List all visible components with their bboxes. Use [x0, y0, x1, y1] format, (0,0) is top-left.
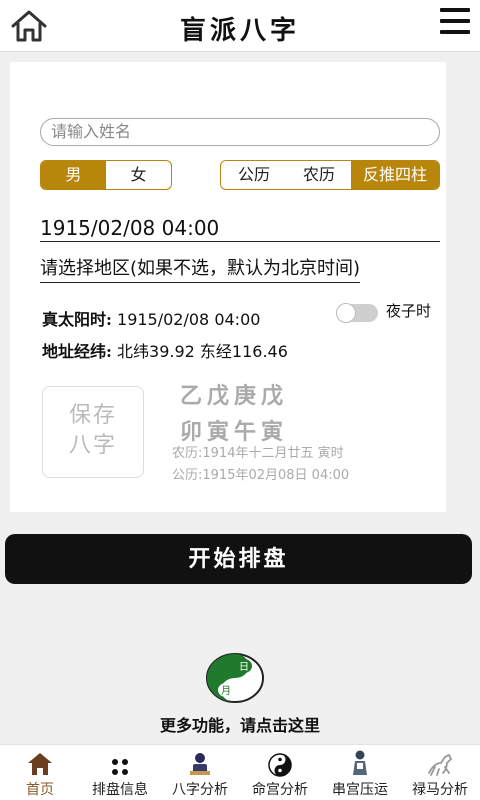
calendar-selector: 公历 农历 反推四柱: [220, 160, 440, 190]
scholar-icon: [190, 753, 210, 775]
menu-icon[interactable]: [440, 8, 470, 36]
bottom-tab-bar: 首页 排盘信息 八字分析 命宫分析 串宫压运 禄马分析: [0, 744, 480, 800]
tab-bazi-analysis-label: 八字分析: [172, 782, 228, 798]
figure-icon: [353, 750, 367, 775]
lunar-date: 农历:1914年十二月廿五 寅时: [172, 446, 344, 461]
tab-palace-luck[interactable]: 串宫压运: [320, 745, 400, 800]
datetime-field[interactable]: 1915/02/08 04:00: [40, 216, 440, 242]
heavenly-stems: 乙戊庚戊: [180, 384, 289, 409]
app-header: 盲派八字: [0, 0, 480, 52]
sun-moon-logo-icon[interactable]: 日 月: [204, 652, 266, 704]
solar-date: 公历:1915年02月08日 04:00: [172, 468, 350, 483]
logo-sun-text: 日: [239, 662, 249, 673]
yin-yang-icon: [268, 753, 292, 777]
tab-home[interactable]: 首页: [0, 745, 80, 800]
solar-time-value: 1915/02/08 04:00: [117, 310, 261, 329]
address-row: 地址经纬: 北纬39.92 东经116.46: [42, 338, 288, 362]
gender-selector: 男 女: [40, 160, 172, 190]
night-hour-toggle[interactable]: [336, 303, 378, 323]
solar-time-row: 真太阳时: 1915/02/08 04:00: [42, 306, 260, 330]
more-features-link[interactable]: 更多功能，请点击这里: [0, 712, 480, 736]
gender-female-option[interactable]: 女: [106, 161, 171, 189]
dots-icon: [112, 759, 128, 775]
region-selector[interactable]: 请选择地区(如果不选，默认为北京时间): [40, 258, 361, 283]
tab-chart-info-label: 排盘信息: [92, 782, 148, 798]
save-bazi-button[interactable]: 保存 八字: [42, 386, 144, 478]
tab-home-label: 首页: [26, 782, 54, 798]
start-chart-button[interactable]: 开始排盘: [5, 534, 472, 584]
address-value: 北纬39.92 东经116.46: [117, 342, 288, 361]
tab-bazi-analysis[interactable]: 八字分析: [160, 745, 240, 800]
calendar-solar-option[interactable]: 公历: [221, 161, 287, 189]
tab-luma-analysis-label: 禄马分析: [412, 782, 468, 798]
tab-chart-info[interactable]: 排盘信息: [80, 745, 160, 800]
name-input[interactable]: 请输入姓名: [40, 118, 440, 146]
page-title: 盲派八字: [179, 16, 300, 46]
gender-male-option[interactable]: 男: [41, 161, 106, 189]
input-card: 请输入姓名 男 女 公历 农历 反推四柱 1915/02/08 04:00 请选…: [10, 62, 446, 512]
tab-palace-luck-label: 串宫压运: [332, 782, 388, 798]
calendar-lunar-option[interactable]: 农历: [287, 161, 351, 189]
address-label: 地址经纬:: [42, 342, 112, 361]
house-icon: [28, 753, 52, 775]
night-hour-label: 夜子时: [386, 302, 432, 320]
calendar-reverse-option[interactable]: 反推四柱: [351, 161, 439, 189]
save-line-1: 保存: [68, 403, 117, 428]
solar-time-label: 真太阳时:: [42, 310, 112, 329]
tab-palace-analysis[interactable]: 命宫分析: [240, 745, 320, 800]
tab-palace-analysis-label: 命宫分析: [252, 782, 308, 798]
save-line-2: 八字: [68, 433, 117, 458]
logo-moon-text: 月: [221, 685, 231, 697]
tab-luma-analysis[interactable]: 禄马分析: [400, 745, 480, 800]
horse-icon: [428, 753, 453, 776]
